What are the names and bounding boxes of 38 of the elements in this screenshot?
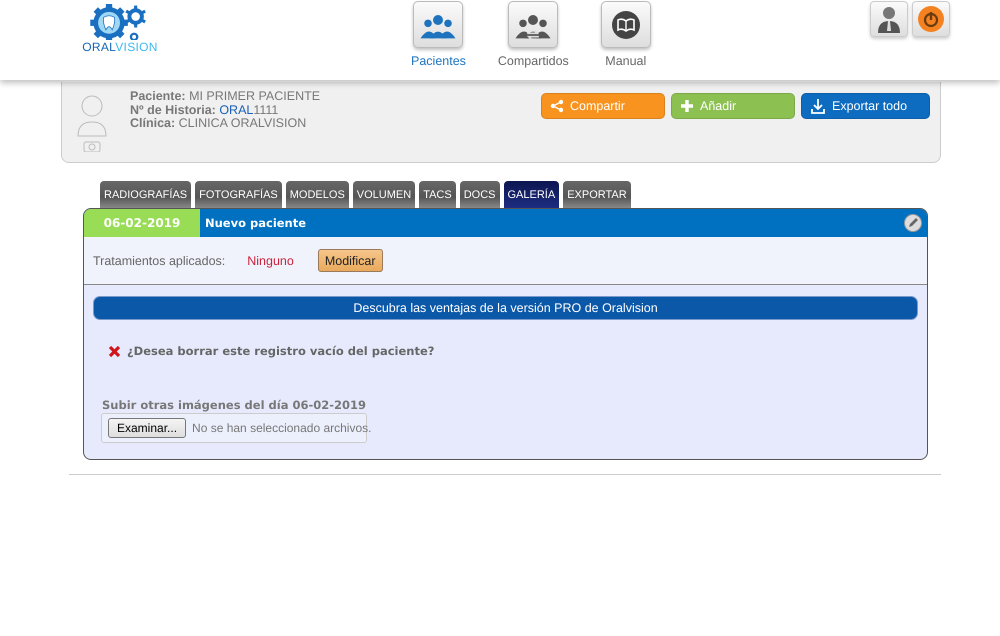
nav-button[interactable] [508,1,558,48]
export-button[interactable]: Exportar todo [801,93,930,119]
book-icon [610,10,641,40]
plus-icon [680,99,694,113]
patient-field: Nº de Historia: ORAL1111 [130,104,320,117]
treatments-value: Ninguno [247,254,294,268]
tab[interactable]: VOLUMEN [352,181,416,208]
power-icon [918,6,944,32]
pencil-icon[interactable] [904,214,922,232]
delete-icon[interactable] [108,344,121,358]
tab[interactable]: MODELOS [286,181,349,208]
record-title: Nuevo paciente [205,216,306,230]
tab[interactable]: GALERÍA [504,181,560,208]
record-date: 06-02-2019 [84,209,200,237]
modify-button[interactable]: Modificar [318,249,383,272]
user-icon [877,5,901,33]
logout-button[interactable] [912,1,950,37]
download-icon [810,98,826,114]
promo-banner[interactable]: Descubra las ventajas de la versión PRO de Oralvision [93,296,918,320]
tab[interactable]: RADIOGRAFÍAS [100,181,192,208]
delete-question: ¿Desea borrar este registro vacío del paciente? [127,344,434,358]
nav-label[interactable]: Compartidos [498,54,569,68]
upload-label: Subir otras imágenes del día 06-02-2019 [102,398,368,412]
logo-wordmark: ORALVISION [82,40,158,54]
nav-button[interactable] [413,1,464,48]
user-profile-button[interactable] [870,1,908,37]
tab[interactable]: EXPORTAR [563,181,631,208]
nav-label[interactable]: Manual [605,54,646,68]
patient-field: Clínica: CLINICA ORALVISION [130,117,320,130]
nav-label[interactable]: Pacientes [411,54,466,68]
browse-button[interactable]: Examinar... [108,418,186,438]
nav-button[interactable] [600,1,651,48]
tab[interactable]: TACS [419,181,456,208]
tab[interactable]: DOCS [460,181,500,208]
share-icon [550,99,564,113]
patient-field: Paciente: MI PRIMER PACIENTE [130,90,320,104]
treatments-label: Tratamientos aplicados: [93,254,226,268]
tab[interactable]: FOTOGRAFÍAS [195,181,282,208]
